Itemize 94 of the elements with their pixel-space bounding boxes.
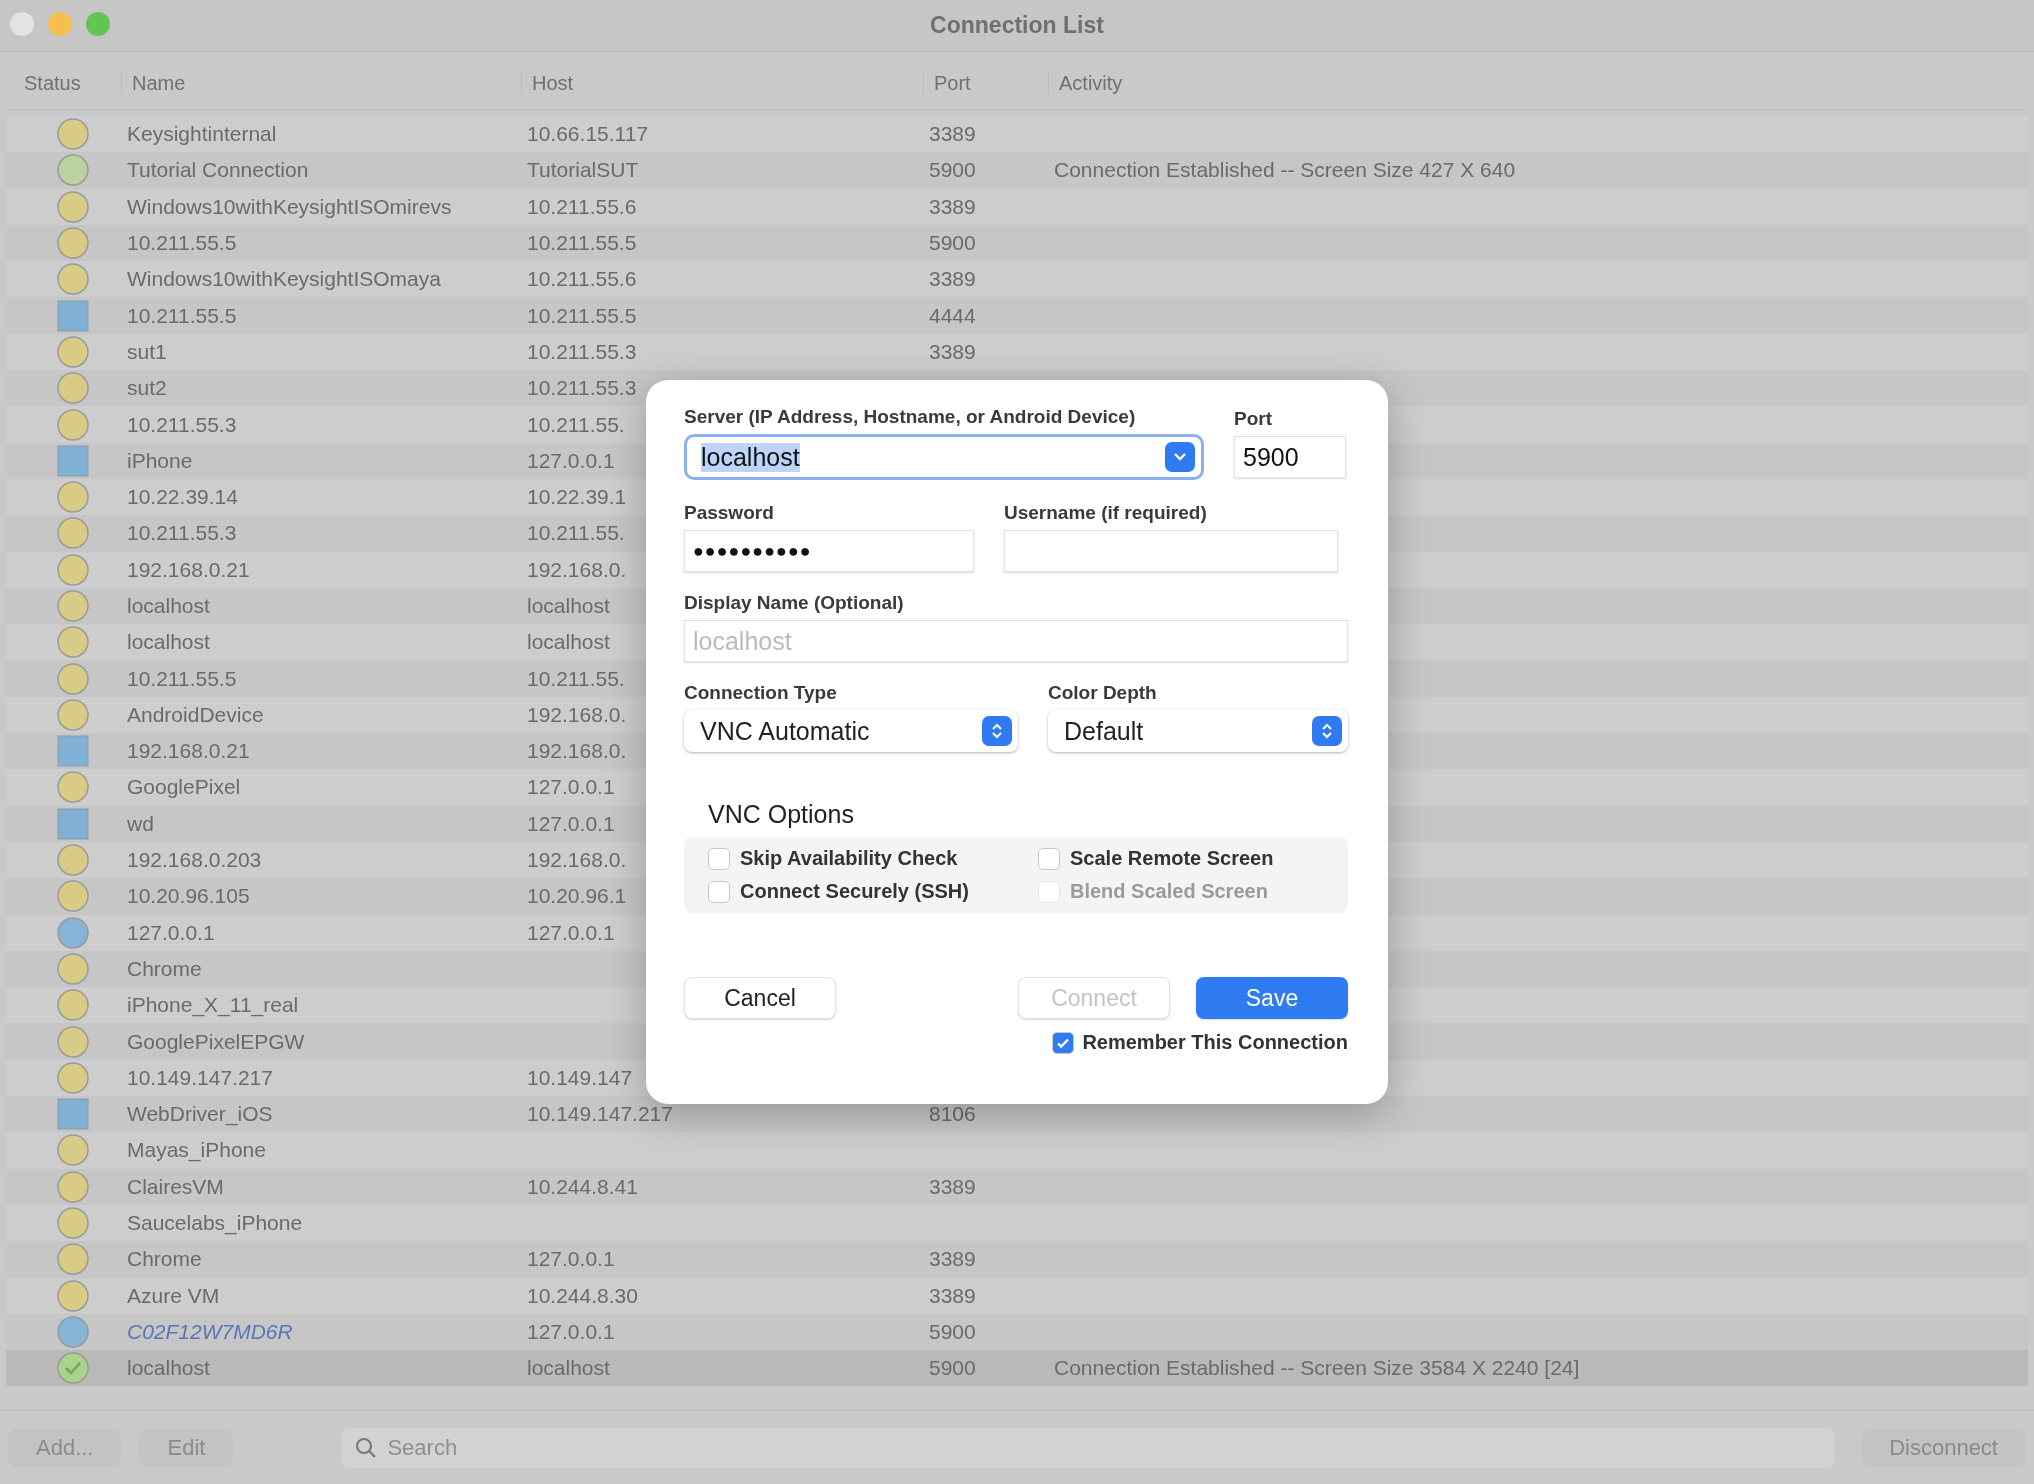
checkbox-label: Remember This Connection xyxy=(1082,1031,1348,1054)
host-cell: 127.0.0.1 xyxy=(527,448,615,473)
name-cell: Saucelabs_iPhone xyxy=(127,1211,303,1236)
port-cell: 3389 xyxy=(929,267,976,292)
name-cell: sut1 xyxy=(127,339,167,364)
port-cell: 3389 xyxy=(929,122,976,147)
host-cell: 10.66.15.117 xyxy=(527,122,649,147)
port-cell: 3389 xyxy=(929,1283,976,1308)
host-cell: 10.211.55. xyxy=(527,412,625,437)
host-cell: 10.211.55.6 xyxy=(527,267,637,292)
name-cell: Windows10withKeysightISOmaya xyxy=(127,267,441,292)
host-cell: 192.168.0. xyxy=(527,739,627,764)
name-cell: ClairesVM xyxy=(127,1174,224,1199)
name-cell: GooglePixel xyxy=(127,775,241,800)
name-cell: 10.211.55.5 xyxy=(127,303,237,328)
field-label: Color Depth xyxy=(1048,682,1158,704)
name-cell: WebDriver_iOS xyxy=(127,1102,273,1127)
host-cell: 127.0.0.1 xyxy=(527,1319,615,1344)
name-cell: Keysightinternal xyxy=(127,122,277,147)
host-cell: 127.0.0.1 xyxy=(527,811,615,836)
name-cell: localhost xyxy=(127,594,210,618)
host-cell: 10.244.8.30 xyxy=(527,1283,638,1308)
host-cell: 10.149.147.217 xyxy=(527,1102,673,1127)
name-cell: Chrome xyxy=(127,956,202,981)
name-cell: 10.211.55.5 xyxy=(127,666,237,691)
activity-cell: Connection Established -- Screen Size 427 X 640 xyxy=(1054,158,1516,183)
port-cell: 3389 xyxy=(929,339,976,364)
name-cell: localhost xyxy=(127,1356,210,1381)
checkbox-label: Blend Scaled Screen xyxy=(1070,880,1268,903)
name-cell: Chrome xyxy=(127,1247,202,1272)
name-cell: 192.168.0.21 xyxy=(127,557,250,582)
port-cell: 4444 xyxy=(929,303,976,328)
port-cell: 3389 xyxy=(929,194,976,219)
name-cell: 192.168.0.21 xyxy=(127,739,250,764)
name-cell: Tutorial Connection xyxy=(127,158,309,183)
field-label: Server (IP Address, Hostname, or Android Device) xyxy=(684,406,1137,428)
host-cell: 127.0.0.1 xyxy=(527,775,615,800)
host-cell: 192.168.0. xyxy=(527,848,627,873)
port-cell: 5900 xyxy=(929,1319,976,1344)
host-cell: 10.20.96.1 xyxy=(527,884,627,909)
name-cell: 10.211.55.3 xyxy=(127,412,237,437)
port-cell: 3389 xyxy=(929,1174,976,1199)
host-cell: 10.244.8.41 xyxy=(527,1174,638,1199)
host-cell: 10.211.55.5 xyxy=(527,303,637,328)
checkbox-label: Connect Securely (SSH) xyxy=(740,880,969,903)
field-label: Display Name (Optional) xyxy=(684,592,905,614)
name-cell: Windows10withKeysightISOmirevs xyxy=(127,194,452,219)
host-cell: 10.211.55. xyxy=(527,521,625,546)
activity-cell: Connection Established -- Screen Size 3584 X 2240 [24] xyxy=(1054,1356,1580,1381)
host-cell: 10.211.55.6 xyxy=(527,194,637,219)
host-cell: localhost xyxy=(527,1356,610,1381)
host-cell: 10.22.39.1 xyxy=(527,485,627,510)
host-cell: 10.149.147 xyxy=(527,1065,633,1090)
name-cell: Mayas_iPhone xyxy=(127,1138,266,1163)
host-cell: TutorialSUT xyxy=(527,158,639,183)
host-cell: 10.211.55.3 xyxy=(527,339,637,364)
name-cell: 10.22.39.14 xyxy=(127,485,238,510)
port-cell: 8106 xyxy=(929,1102,976,1127)
host-cell: 10.211.55. xyxy=(527,666,625,691)
port-cell: 3389 xyxy=(929,1247,976,1272)
field-label: Connection Type xyxy=(684,682,838,704)
name-cell: 10.149.147.217 xyxy=(127,1065,273,1090)
checkbox-label: Skip Availability Check xyxy=(740,847,958,870)
host-cell: localhost xyxy=(527,594,610,618)
name-cell: iPhone_X_11_real xyxy=(127,993,299,1018)
name-cell: 10.20.96.105 xyxy=(127,884,250,909)
name-cell: AndroidDevice xyxy=(127,702,264,727)
port-cell: 5900 xyxy=(929,158,976,183)
host-cell: 192.168.0. xyxy=(527,702,627,727)
port-cell: 5900 xyxy=(929,231,976,256)
name-cell: Azure VM xyxy=(127,1283,220,1308)
name-cell: 10.211.55.3 xyxy=(127,521,237,546)
window-title: Connection List xyxy=(930,12,1104,39)
section-title: VNC Options xyxy=(708,800,855,829)
name-cell: C02F12W7MD6R xyxy=(127,1319,293,1344)
field-label: Username (if required) xyxy=(1004,502,1208,524)
host-cell: 10.211.55.3 xyxy=(527,376,637,401)
host-cell: 127.0.0.1 xyxy=(527,920,615,945)
name-cell: 192.168.0.203 xyxy=(127,848,262,873)
name-cell: wd xyxy=(127,811,154,836)
port-cell: 5900 xyxy=(929,1356,976,1381)
name-cell: 10.211.55.5 xyxy=(127,231,237,256)
host-cell: 192.168.0. xyxy=(527,557,627,582)
field-label: Password xyxy=(684,502,775,524)
host-cell: 127.0.0.1 xyxy=(527,1247,615,1272)
name-cell: GooglePixelEPGW xyxy=(127,1029,305,1054)
host-cell: 10.211.55.5 xyxy=(527,231,637,256)
name-cell: iPhone xyxy=(127,448,193,473)
checkbox-label: Scale Remote Screen xyxy=(1070,847,1274,870)
name-cell: localhost xyxy=(127,630,210,655)
field-label: Port xyxy=(1234,408,1273,430)
name-cell: 127.0.0.1 xyxy=(127,920,215,945)
name-cell: sut2 xyxy=(127,376,167,401)
host-cell: localhost xyxy=(527,630,610,655)
